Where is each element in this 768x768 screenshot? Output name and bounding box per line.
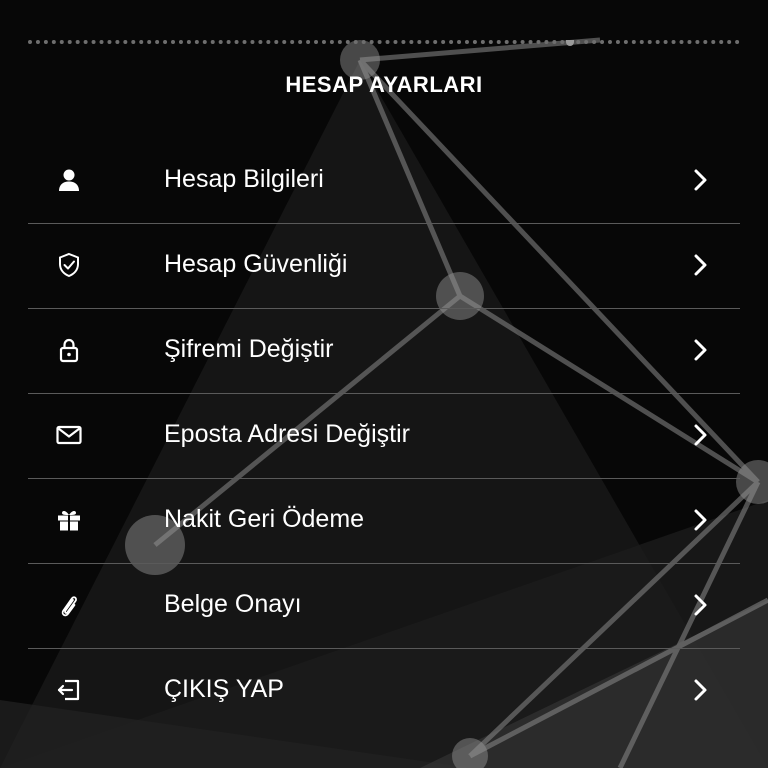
top-dotted-divider <box>28 40 740 46</box>
chevron-right-icon <box>692 422 710 448</box>
menu-item-hesap-guvenligi[interactable]: Hesap Güvenliği <box>28 224 740 309</box>
menu-item-label: Eposta Adresi Değiştir <box>164 420 410 448</box>
chevron-right-icon <box>692 167 710 193</box>
envelope-icon <box>56 422 82 448</box>
menu-item-label: Hesap Güvenliği <box>164 250 348 278</box>
settings-menu: Hesap Bilgileri Hesap Güvenliği Şifremi … <box>28 139 740 733</box>
user-icon <box>56 167 82 193</box>
gift-icon <box>56 507 82 533</box>
menu-item-eposta-degistir[interactable]: Eposta Adresi Değiştir <box>28 394 740 479</box>
menu-item-sifremi-degistir[interactable]: Şifremi Değiştir <box>28 309 740 394</box>
menu-item-nakit-geri-odeme[interactable]: Nakit Geri Ödeme <box>28 479 740 564</box>
logout-icon <box>56 677 82 703</box>
menu-item-label: ÇIKIŞ YAP <box>164 675 284 703</box>
scroll-indicator <box>566 40 574 46</box>
lock-icon <box>56 337 82 363</box>
chevron-right-icon <box>692 592 710 618</box>
chevron-right-icon <box>692 337 710 363</box>
chevron-right-icon <box>692 677 710 703</box>
chevron-right-icon <box>692 252 710 278</box>
page-title: HESAP AYARLARI <box>285 72 483 97</box>
chevron-right-icon <box>692 507 710 533</box>
menu-item-label: Şifremi Değiştir <box>164 335 334 363</box>
menu-item-label: Belge Onayı <box>164 590 302 618</box>
menu-item-label: Nakit Geri Ödeme <box>164 505 365 533</box>
menu-item-hesap-bilgileri[interactable]: Hesap Bilgileri <box>28 139 740 224</box>
paperclip-icon <box>56 592 82 618</box>
menu-item-label: Hesap Bilgileri <box>164 165 324 193</box>
menu-item-belge-onayi[interactable]: Belge Onayı <box>28 564 740 649</box>
shield-check-icon <box>56 252 82 278</box>
menu-item-cikis-yap[interactable]: ÇIKIŞ YAP <box>28 649 740 733</box>
